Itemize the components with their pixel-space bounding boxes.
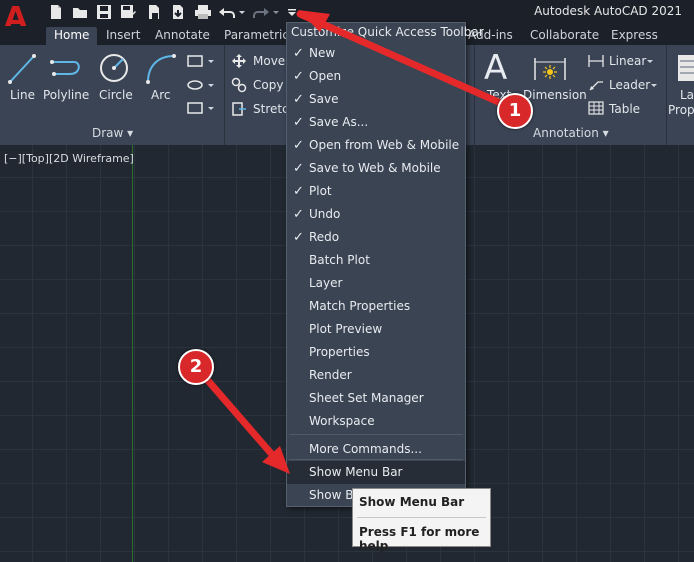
menu-item-sheet-set-manager[interactable]: Sheet Set Manager — [287, 387, 465, 410]
viewport-controls[interactable]: [−][Top][2D Wireframe] — [4, 152, 134, 165]
ellipse-tool-icon[interactable] — [186, 78, 216, 92]
checkmark-icon: ✓ — [293, 92, 304, 107]
menu-item-render[interactable]: Render — [287, 364, 465, 387]
panel-divider — [224, 45, 225, 145]
menu-item-new[interactable]: ✓ New — [287, 42, 465, 65]
tooltip: Show Menu Bar Press F1 for more help — [352, 488, 491, 553]
menu-header: Customize Quick Access Toolbar — [291, 25, 484, 39]
dimension-tool-label[interactable]: Dimension — [523, 88, 587, 102]
hatch-tool-icon[interactable] — [186, 101, 216, 115]
tab-home[interactable]: Home — [46, 27, 98, 45]
checkmark-icon: ✓ — [293, 115, 304, 130]
layer-label-partial[interactable]: La — [680, 88, 694, 102]
layer-properties-icon[interactable] — [676, 53, 694, 83]
menu-item-layer[interactable]: Layer — [287, 272, 465, 295]
polyline-tool-icon[interactable] — [48, 54, 84, 84]
menu-item-batch-plot[interactable]: Batch Plot — [287, 249, 465, 272]
tooltip-divider — [357, 517, 486, 518]
menu-item-plot[interactable]: ✓ Plot — [287, 180, 465, 203]
menu-divider — [289, 459, 463, 460]
menu-item-open-from-web[interactable]: ✓ Open from Web & Mobile — [287, 134, 465, 157]
plot-printer-icon[interactable] — [194, 4, 212, 20]
checkmark-icon: ✓ — [293, 230, 304, 245]
open-web-icon[interactable] — [146, 4, 162, 20]
menu-item-undo[interactable]: ✓ Undo — [287, 203, 465, 226]
menu-item-match-properties[interactable]: Match Properties — [287, 295, 465, 318]
menu-item-more-commands[interactable]: More Commands... — [287, 438, 465, 461]
autocad-window: A Autodesk AutoCAD 2021 Home Insert Anno… — [0, 0, 694, 562]
copy-tool-label[interactable]: Copy — [253, 78, 283, 92]
annotation-panel-title[interactable]: Annotation ▾ — [533, 124, 609, 142]
leader-tool-label[interactable]: Leader — [609, 78, 650, 92]
move-tool-label[interactable]: Move — [253, 54, 285, 68]
tab-annotate[interactable]: Annotate — [147, 27, 218, 45]
circle-tool-label[interactable]: Circle — [99, 88, 133, 102]
redo-dropdown-icon[interactable] — [272, 4, 280, 20]
panel-divider — [666, 45, 667, 145]
text-tool-icon[interactable]: A — [484, 50, 507, 86]
linear-dim-icon[interactable] — [588, 54, 604, 68]
checkmark-icon: ✓ — [293, 46, 304, 61]
menu-item-workspace[interactable]: Workspace — [287, 410, 465, 433]
window-title: Autodesk AutoCAD 2021 — [534, 4, 682, 18]
menu-item-save-to-web[interactable]: ✓ Save to Web & Mobile — [287, 157, 465, 180]
line-tool-icon[interactable] — [6, 52, 38, 86]
rectangle-tool-icon[interactable] — [186, 54, 216, 68]
checkmark-icon: ✓ — [293, 161, 304, 176]
menu-item-plot-preview[interactable]: Plot Preview — [287, 318, 465, 341]
checkmark-icon: ✓ — [293, 207, 304, 222]
save-as-icon[interactable] — [120, 4, 136, 20]
tab-insert[interactable]: Insert — [98, 27, 148, 45]
tab-parametric[interactable]: Parametric — [216, 27, 297, 45]
arc-tool-label[interactable]: Arc — [151, 88, 170, 102]
layer-label-partial[interactable]: Prop — [668, 103, 694, 117]
tooltip-help-text: Press F1 for more help — [359, 525, 480, 553]
redo-icon[interactable] — [252, 4, 270, 20]
tooltip-title: Show Menu Bar — [359, 495, 465, 509]
menu-item-save-as[interactable]: ✓ Save As... — [287, 111, 465, 134]
save-icon[interactable] — [96, 4, 112, 20]
menu-item-open[interactable]: ✓ Open — [287, 65, 465, 88]
save-web-icon[interactable] — [170, 4, 186, 20]
table-icon[interactable] — [588, 101, 604, 115]
copy-icon[interactable] — [231, 77, 247, 93]
menu-item-redo[interactable]: ✓ Redo — [287, 226, 465, 249]
arc-tool-icon[interactable] — [144, 52, 178, 84]
customize-qat-menu: Customize Quick Access Toolbar ✓ New ✓ Ope… — [286, 22, 484, 507]
tab-express-tools[interactable]: Express Tools — [603, 27, 694, 59]
draw-panel-title[interactable]: Draw ▾ — [92, 124, 133, 142]
table-tool-label[interactable]: Table — [609, 102, 640, 116]
menu-divider — [289, 434, 463, 435]
step-badge-1: 1 — [497, 93, 533, 129]
chevron-down-icon: ▾ — [127, 126, 134, 140]
undo-icon[interactable] — [218, 4, 236, 20]
undo-dropdown-icon[interactable] — [238, 4, 246, 20]
menu-item-properties[interactable]: Properties — [287, 341, 465, 364]
line-tool-label[interactable]: Line — [10, 88, 35, 102]
chevron-down-icon: ▾ — [602, 126, 609, 140]
stretch-icon[interactable] — [231, 101, 247, 117]
chevron-down-icon[interactable] — [650, 82, 658, 90]
polyline-tool-label[interactable]: Polyline — [43, 88, 89, 102]
checkmark-icon: ✓ — [293, 184, 304, 199]
circle-tool-icon[interactable] — [98, 52, 130, 84]
checkmark-icon: ✓ — [293, 69, 304, 84]
panel-divider — [474, 45, 475, 145]
move-icon[interactable] — [231, 53, 247, 69]
new-file-icon[interactable] — [48, 4, 64, 20]
chevron-down-icon[interactable] — [646, 58, 654, 66]
dimension-tool-icon[interactable] — [532, 54, 568, 84]
leader-icon[interactable] — [588, 78, 604, 92]
step-badge-2: 2 — [178, 349, 214, 385]
checkmark-icon: ✓ — [293, 138, 304, 153]
menu-item-show-menu-bar[interactable]: Show Menu Bar — [287, 461, 465, 484]
y-axis-line — [132, 145, 133, 562]
open-folder-icon[interactable] — [72, 4, 88, 20]
customize-qat-dropdown-icon[interactable] — [286, 4, 298, 20]
tab-collaborate[interactable]: Collaborate — [522, 27, 607, 45]
linear-tool-label[interactable]: Linear — [609, 54, 646, 68]
menu-item-save[interactable]: ✓ Save — [287, 88, 465, 111]
